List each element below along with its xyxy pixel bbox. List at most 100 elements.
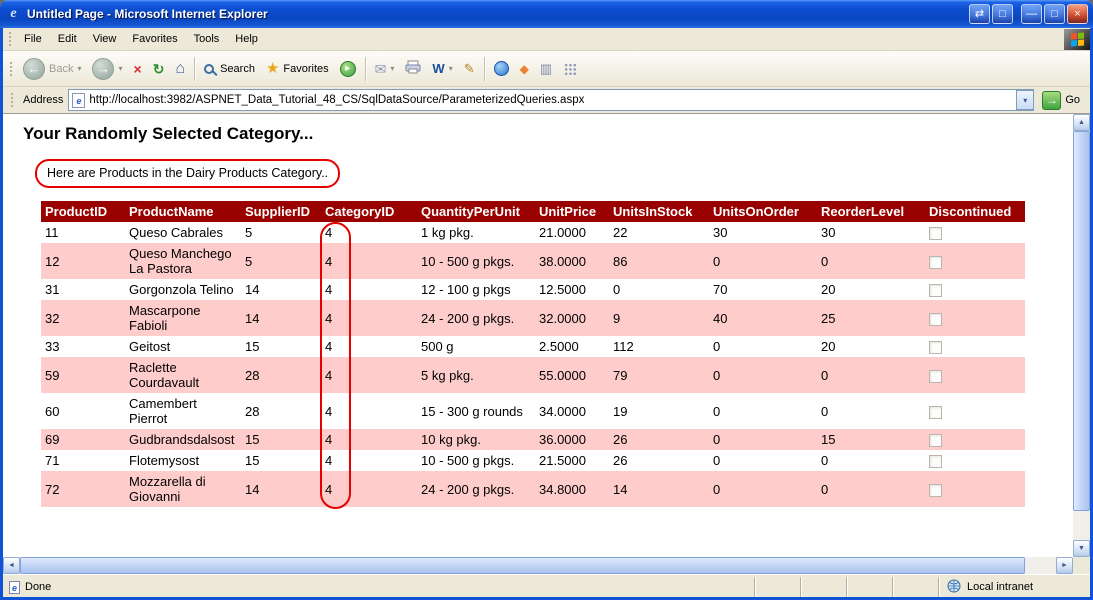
grid-button[interactable]	[558, 54, 581, 84]
table-cell: 24 - 200 g pkgs.	[417, 300, 535, 336]
sites-button[interactable]: ▥	[535, 54, 557, 84]
vertical-scroll-thumb[interactable]	[1073, 131, 1090, 511]
browser-window: e Untitled Page - Microsoft Internet Exp…	[0, 0, 1093, 600]
table-cell: 0	[709, 471, 817, 507]
table-cell-discontinued	[925, 450, 1025, 471]
mail-button[interactable]: ✉ ▾	[370, 54, 400, 84]
back-caret-icon: ▾	[77, 64, 81, 73]
table-cell: 0	[709, 429, 817, 450]
table-cell: 12.5000	[535, 279, 609, 300]
menu-tools[interactable]: Tools	[186, 29, 228, 49]
vertical-scrollbar[interactable]: ▲ ▼	[1073, 114, 1090, 557]
forward-icon: →	[92, 58, 114, 80]
table-cell-discontinued	[925, 429, 1025, 450]
horizontal-scrollbar[interactable]: ◄ ►	[3, 557, 1073, 574]
table-cell: 14	[241, 279, 321, 300]
page-content: Your Randomly Selected Category... Here …	[3, 114, 1073, 557]
window-title: Untitled Page - Microsoft Internet Explo…	[27, 7, 964, 21]
table-cell: 70	[709, 279, 817, 300]
close-button[interactable]: ×	[1067, 4, 1088, 24]
discontinued-checkbox	[929, 484, 942, 497]
table-cell: 26	[609, 450, 709, 471]
horizontal-scroll-thumb[interactable]	[20, 557, 1025, 574]
table-cell: 5 kg pkg.	[417, 357, 535, 393]
category-label: Here are Products in the Dairy Products …	[47, 166, 328, 180]
msn-icon: ◆	[520, 61, 529, 77]
page-heading: Your Randomly Selected Category...	[23, 124, 1073, 144]
scroll-right-button[interactable]: ►	[1056, 557, 1073, 574]
messenger-icon	[494, 61, 509, 76]
go-button[interactable]: → Go	[1039, 91, 1086, 110]
table-cell: 38.0000	[535, 243, 609, 279]
table-cell: 4	[321, 222, 417, 243]
table-cell: 60	[41, 393, 125, 429]
grid-icon	[563, 62, 576, 75]
column-header-reorderlevel: ReorderLevel	[817, 201, 925, 222]
menubar-grip-handle[interactable]	[8, 31, 13, 47]
favorites-label: Favorites	[283, 63, 328, 75]
print-icon	[405, 60, 421, 77]
table-cell: 15	[817, 429, 925, 450]
table-cell: 0	[709, 393, 817, 429]
address-input[interactable]	[85, 91, 1016, 109]
edit-with-word-button[interactable]: W ▾	[427, 54, 457, 84]
table-cell: Gudbrandsdalsost	[125, 429, 241, 450]
status-message-pane: e Done	[3, 577, 754, 597]
menu-help[interactable]: Help	[227, 29, 266, 49]
messenger-button[interactable]	[489, 54, 514, 84]
address-dropdown-button[interactable]: ▾	[1016, 90, 1033, 110]
table-cell: 4	[321, 357, 417, 393]
column-header-discontinued: Discontinued	[925, 201, 1025, 222]
print-button[interactable]	[400, 54, 426, 84]
media-button[interactable]: ▸	[335, 54, 361, 84]
stop-button[interactable]: ×	[129, 54, 147, 84]
restore-window-button[interactable]: □	[992, 4, 1013, 24]
minimize-button[interactable]: —	[1021, 4, 1042, 24]
table-cell: 4	[321, 450, 417, 471]
table-cell: 4	[321, 243, 417, 279]
menu-file[interactable]: File	[16, 29, 50, 49]
swap-window-button[interactable]: ⇄	[969, 4, 990, 24]
horizontal-scroll-track[interactable]	[20, 557, 1056, 574]
windows-logo	[1064, 29, 1090, 50]
table-cell-discontinued	[925, 471, 1025, 507]
table-row: 60Camembert Pierrot28415 - 300 g rounds3…	[41, 393, 1025, 429]
vertical-scroll-track[interactable]	[1073, 131, 1090, 540]
home-icon: ⌂	[175, 61, 185, 77]
address-field[interactable]: e ▾	[68, 89, 1034, 111]
refresh-button[interactable]: ↻	[148, 54, 170, 84]
title-bar[interactable]: e Untitled Page - Microsoft Internet Exp…	[0, 0, 1093, 28]
mail-icon: ✉	[375, 61, 387, 77]
table-cell: 26	[609, 429, 709, 450]
msn-button[interactable]: ◆	[515, 54, 534, 84]
table-cell: Mascarpone Fabioli	[125, 300, 241, 336]
table-cell: 4	[321, 429, 417, 450]
search-button[interactable]: Search	[199, 54, 260, 84]
menu-view[interactable]: View	[85, 29, 125, 49]
table-row: 69Gudbrandsdalsost15410 kg pkg.36.000026…	[41, 429, 1025, 450]
table-cell: 15 - 300 g rounds	[417, 393, 535, 429]
scroll-up-button[interactable]: ▲	[1073, 114, 1090, 131]
forward-button[interactable]: → ▾	[87, 54, 127, 84]
toolbar-separator	[194, 57, 195, 81]
discontinued-checkbox	[929, 341, 942, 354]
maximize-button[interactable]: □	[1044, 4, 1065, 24]
annotation-oval-category-label: Here are Products in the Dairy Products …	[35, 159, 340, 188]
document-icon: e	[9, 581, 20, 594]
home-button[interactable]: ⌂	[170, 54, 190, 84]
menu-favorites[interactable]: Favorites	[124, 29, 185, 49]
table-cell: 21.0000	[535, 222, 609, 243]
back-button[interactable]: ← Back ▾	[18, 54, 86, 84]
table-cell: 34.8000	[535, 471, 609, 507]
menu-edit[interactable]: Edit	[50, 29, 85, 49]
table-cell: 20	[817, 336, 925, 357]
table-cell: 0	[817, 357, 925, 393]
toolbar-grip-handle[interactable]	[9, 61, 14, 77]
discontinued-checkbox	[929, 370, 942, 383]
table-cell: 32	[41, 300, 125, 336]
scroll-left-button[interactable]: ◄	[3, 557, 20, 574]
favorites-button[interactable]: ★ Favorites	[261, 54, 334, 84]
edit-button[interactable]: ✎	[459, 54, 480, 84]
scroll-down-button[interactable]: ▼	[1073, 540, 1090, 557]
addressbar-grip-handle[interactable]	[10, 92, 15, 108]
